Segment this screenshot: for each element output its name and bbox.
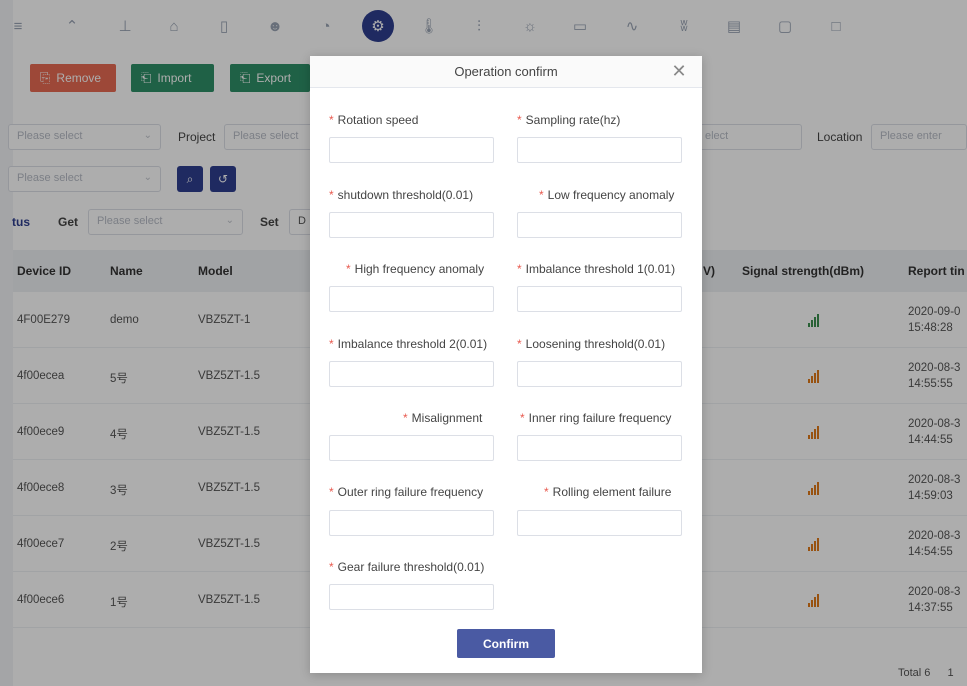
label-high-frequency: * High frequency anomaly xyxy=(346,262,485,276)
imbalance-1-input[interactable] xyxy=(517,286,682,312)
misalignment-input[interactable] xyxy=(329,435,494,461)
gear-failure-input[interactable] xyxy=(329,584,494,610)
label-gear-failure: * Gear failure threshold(0.01) xyxy=(329,560,485,574)
confirm-button[interactable]: Confirm xyxy=(457,629,555,658)
operation-confirm-dialog: Operation confirm ✕ * Rotation speed * Sam… xyxy=(310,56,702,673)
rotation-speed-input[interactable] xyxy=(329,137,494,163)
label-imbalance-1: * Imbalance threshold 1(0.01) xyxy=(517,262,676,276)
shutdown-threshold-input[interactable] xyxy=(329,212,494,238)
close-icon[interactable]: ✕ xyxy=(670,62,688,80)
dialog-header: Operation confirm ✕ xyxy=(310,56,702,88)
label-inner-ring: * Inner ring failure frequency xyxy=(520,411,672,425)
label-imbalance-2: * Imbalance threshold 2(0.01) xyxy=(329,337,488,351)
label-loosening: * Loosening threshold(0.01) xyxy=(517,337,666,351)
label-misalignment: * Misalignment xyxy=(403,411,483,425)
label-outer-ring: * Outer ring failure frequency xyxy=(329,485,484,499)
imbalance-2-input[interactable] xyxy=(329,361,494,387)
dialog-title: Operation confirm xyxy=(454,64,558,79)
label-rotation-speed: * Rotation speed xyxy=(329,113,419,127)
low-frequency-input[interactable] xyxy=(517,212,682,238)
loosening-input[interactable] xyxy=(517,361,682,387)
label-shutdown-threshold: * shutdown threshold(0.01) xyxy=(329,188,474,202)
outer-ring-input[interactable] xyxy=(329,510,494,536)
label-rolling-element: * Rolling element failure xyxy=(544,485,672,499)
sampling-rate-input[interactable] xyxy=(517,137,682,163)
rolling-element-input[interactable] xyxy=(517,510,682,536)
label-sampling-rate: * Sampling rate(hz) xyxy=(517,113,621,127)
inner-ring-input[interactable] xyxy=(517,435,682,461)
high-frequency-input[interactable] xyxy=(329,286,494,312)
label-low-frequency: * Low frequency anomaly xyxy=(539,188,675,202)
